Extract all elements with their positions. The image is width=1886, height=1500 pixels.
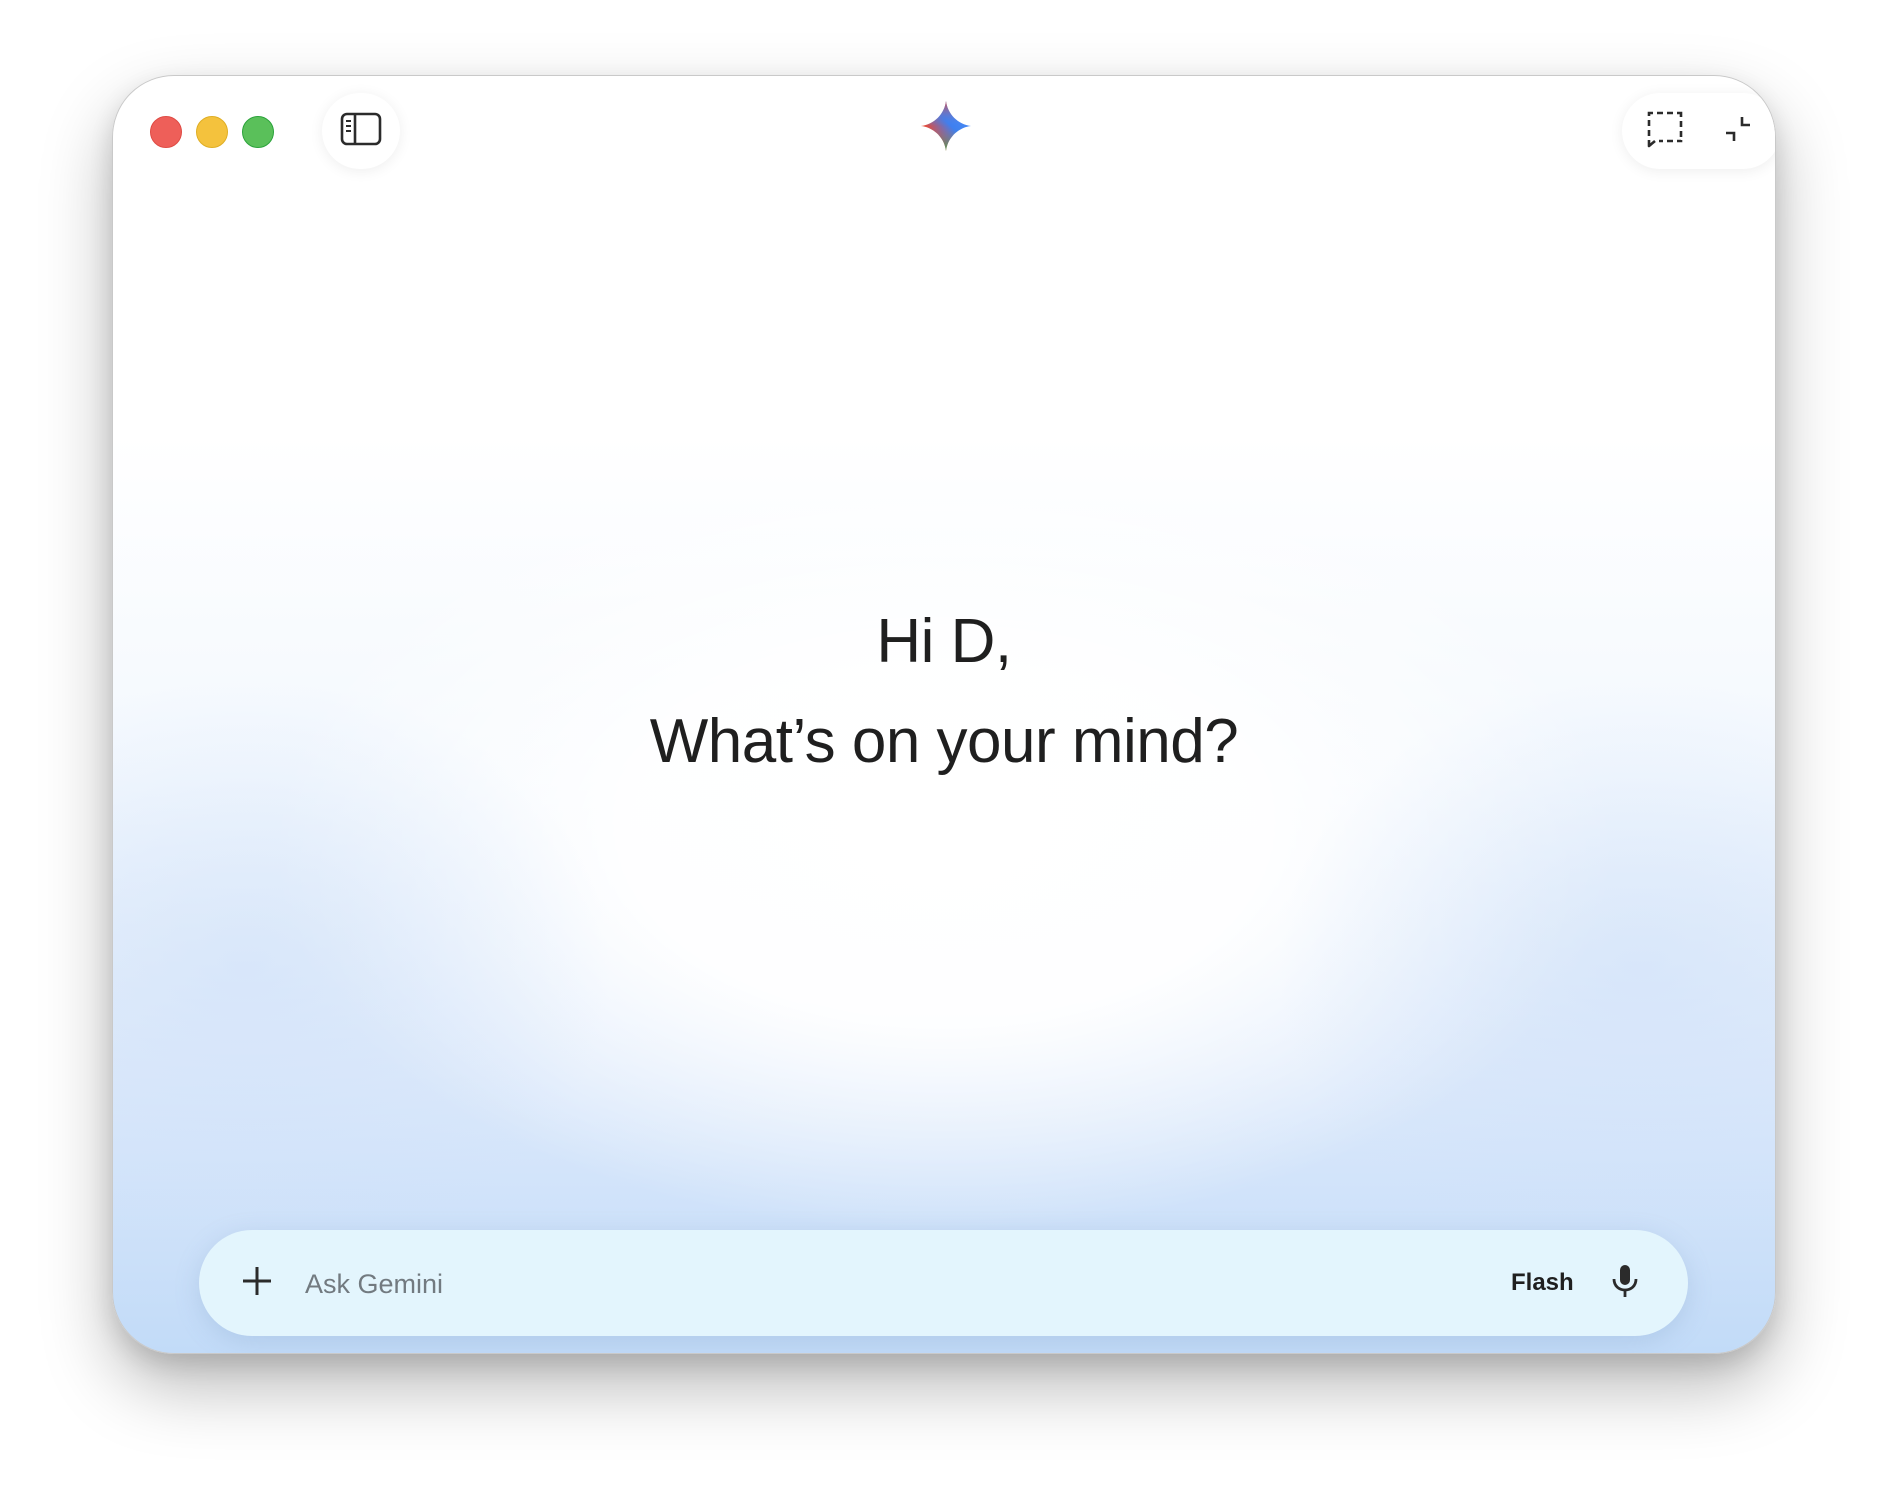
voice-input-button[interactable] [1597,1255,1653,1311]
gemini-sparkle-icon [920,100,972,152]
sidebar-toggle-icon [340,112,382,150]
greeting-prompt: What’s on your mind? [649,707,1239,776]
window-maximize-button[interactable] [242,116,274,148]
model-selector-button[interactable]: Flash [1495,1258,1590,1308]
window-actions [1622,76,1775,186]
window-minimize-button[interactable] [196,116,228,148]
collapse-icon [1722,113,1754,149]
collapse-button[interactable] [1708,101,1768,161]
screenshot-region-button[interactable] [1635,101,1695,161]
add-attachment-button[interactable] [229,1255,285,1311]
window-close-button[interactable] [150,116,182,148]
gemini-app-window: Hi D, What’s on your mind? Flash [112,75,1776,1354]
prompt-composer: Flash [199,1230,1688,1336]
ask-gemini-input[interactable] [303,1260,1207,1308]
window-actions-pill [1622,93,1775,169]
sidebar-toggle-button[interactable] [322,93,400,169]
microphone-icon [1610,1263,1640,1303]
screenshot-region-icon [1645,110,1685,152]
plus-icon [240,1264,274,1302]
greeting-name: Hi D, [876,607,1012,676]
